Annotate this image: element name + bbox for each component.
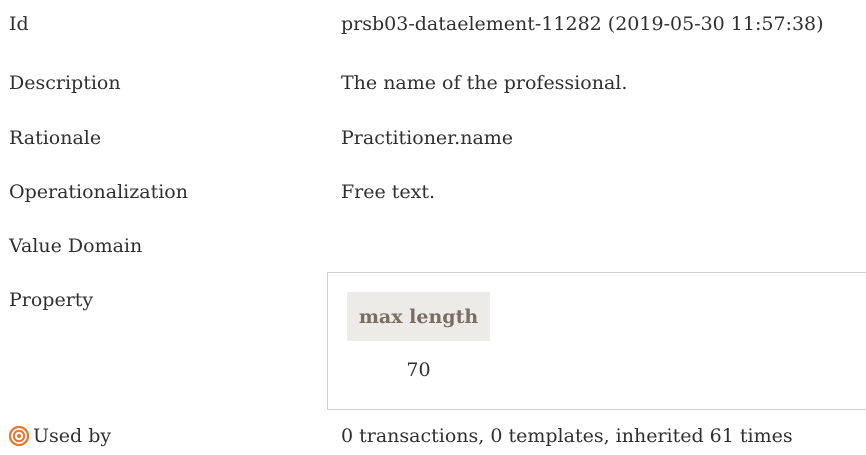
rationale-label: Rationale [9, 127, 102, 149]
description-value: The name of the professional. [341, 72, 628, 94]
used-by-value: 0 transactions, 0 templates, inherited 6… [341, 425, 793, 447]
operationalization-value: Free text. [341, 181, 436, 203]
description-label: Description [9, 72, 121, 94]
id-label: Id [9, 13, 29, 35]
used-by-label: Used by [33, 425, 112, 447]
rationale-value: Practitioner.name [341, 127, 514, 149]
value-domain-label: Value Domain [9, 235, 143, 257]
property-box: max length 70 [327, 272, 866, 410]
property-label: Property [9, 289, 94, 311]
target-icon [9, 426, 29, 446]
property-value-max-length: 70 [406, 359, 431, 381]
operationalization-label: Operationalization [9, 181, 188, 203]
id-value: prsb03-dataelement-11282 (2019-05-30 11:… [341, 13, 824, 35]
property-header-max-length: max length [347, 292, 490, 341]
